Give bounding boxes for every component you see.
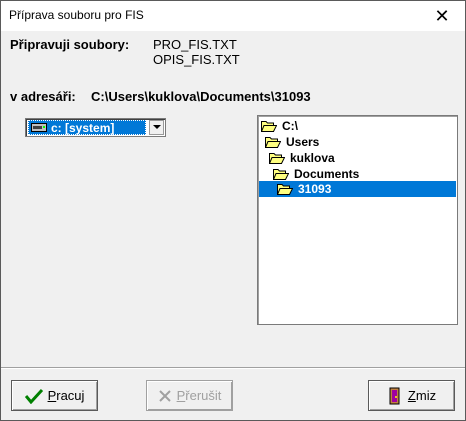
checkmark-icon bbox=[24, 388, 43, 404]
window-title: Příprava souboru pro FIS bbox=[9, 8, 144, 22]
tree-node-documents[interactable]: Documents bbox=[273, 166, 359, 182]
tree-node-label: 31093 bbox=[298, 182, 332, 196]
tree-node-root[interactable]: C:\ bbox=[261, 118, 298, 134]
tree-node-label: kuklova bbox=[290, 151, 335, 165]
open-folder-icon bbox=[261, 121, 277, 132]
open-folder-icon bbox=[265, 137, 281, 148]
tree-node-label: Users bbox=[286, 135, 320, 149]
dialog-window: Příprava souboru pro FIS ✕ Připravuji so… bbox=[0, 0, 466, 421]
directory-path: C:\Users\kuklova\Documents\31093 bbox=[91, 89, 311, 104]
tree-node-label: C:\ bbox=[282, 119, 298, 133]
open-folder-icon bbox=[273, 169, 289, 180]
cross-icon bbox=[158, 389, 171, 402]
run-button-label: Pracuj bbox=[47, 388, 85, 403]
open-folder-icon bbox=[269, 153, 285, 164]
door-exit-icon bbox=[389, 387, 400, 404]
divider bbox=[1, 367, 465, 369]
title-bar: Příprava souboru pro FIS ✕ bbox=[1, 1, 465, 31]
tree-node-users[interactable]: Users bbox=[265, 134, 319, 150]
directory-tree[interactable]: C:\ Users kuklova Documents 31093 bbox=[257, 115, 458, 325]
abort-button[interactable]: Přerušit bbox=[146, 380, 233, 411]
chevron-down-icon[interactable] bbox=[149, 120, 164, 135]
drive-select[interactable]: c: [system] bbox=[25, 118, 166, 137]
tree-node-label: Documents bbox=[294, 167, 360, 181]
directory-label: v adresáři: bbox=[10, 89, 76, 104]
drive-select-value: c: [system] bbox=[28, 120, 146, 135]
abort-button-label: Přerušit bbox=[176, 388, 222, 403]
tree-node-kuklova[interactable]: kuklova bbox=[269, 150, 335, 166]
cancel-button[interactable]: Zmiz bbox=[368, 380, 455, 411]
cancel-button-label: Zmiz bbox=[407, 388, 437, 403]
tree-node-31093[interactable]: 31093 bbox=[259, 181, 456, 197]
drive-icon bbox=[31, 123, 47, 132]
open-folder-icon bbox=[277, 184, 293, 195]
file-name-1: PRO_FIS.TXT bbox=[153, 37, 237, 52]
run-button[interactable]: Pracuj bbox=[11, 380, 98, 411]
close-icon[interactable]: ✕ bbox=[419, 1, 465, 31]
files-label: Připravuji soubory: bbox=[10, 37, 130, 52]
drive-select-text: c: [system] bbox=[51, 120, 115, 135]
file-name-2: OPIS_FIS.TXT bbox=[153, 52, 240, 67]
